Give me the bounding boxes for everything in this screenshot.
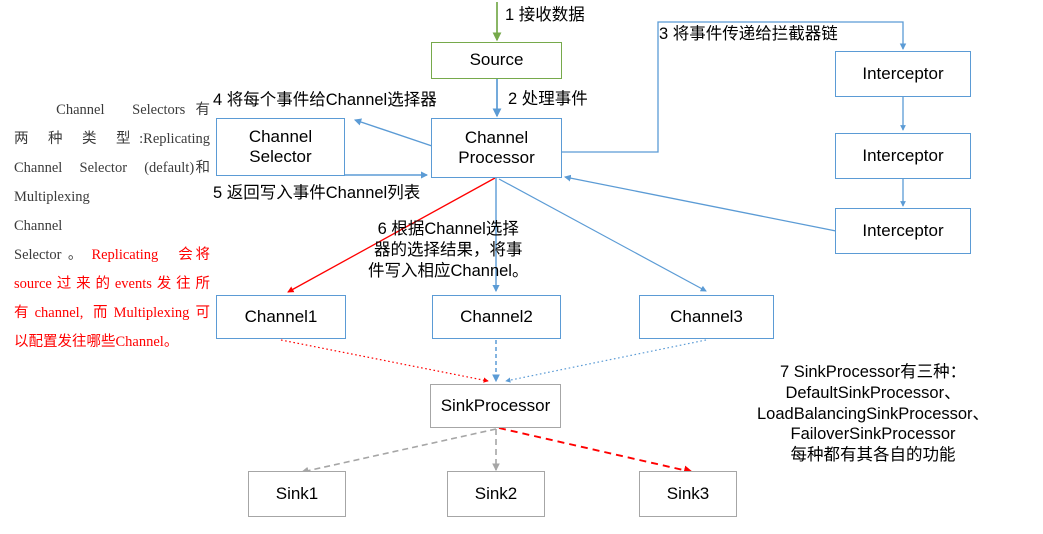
step-label-5: 5 返回写入事件Channel列表 [213,184,421,202]
node-channel-3-label: Channel3 [670,306,743,326]
node-channel-1-label: Channel1 [244,306,318,326]
edge-channel-processor-to-channel-selector [353,118,433,147]
node-sink-1-label: Sink1 [275,483,319,503]
side-note-line-3-text: Channel Selector (default)和 [14,160,210,176]
node-sink-2[interactable]: Sink2 [447,471,545,517]
node-source[interactable]: Source [431,42,562,79]
side-note-line-6: source过来的events发往所 [14,270,210,299]
edge-channel3-to-sink-processor [505,339,707,383]
side-note-line-8: 以配置发往哪些Channel。 [14,328,210,357]
diagram-canvas: Source Channel Selector Channel Processo… [0,0,1043,534]
side-note-line-5: Selector 。 Replicating 会将 [14,241,210,270]
step-label-3: 3 将事件传递给拦截器链 [659,25,838,43]
side-note: Channel Selectors 有 两 种 类 型 :Replicating… [14,96,210,357]
edge-interceptor3-to-channel-processor [564,174,837,232]
node-sink-3[interactable]: Sink3 [639,471,737,517]
step-label-4: 4 将每个事件给Channel选择器 [213,91,437,109]
node-channel-processor[interactable]: Channel Processor [431,118,562,178]
node-sink-2-label: Sink2 [474,483,518,503]
node-source-label: Source [469,50,524,70]
side-note-line-6-text: source过来的events发往所 [14,276,210,292]
step-label-2: 2 处理事件 [508,90,588,108]
node-sink-processor[interactable]: SinkProcessor [430,384,561,428]
node-channel-selector-label: Channel Selector [248,126,313,166]
side-note-line-2: 两 种 类 型 :Replicating [14,125,210,154]
step-label-6: 6 根据Channel选择 器的选择结果，将事 件写入相应Channel。 [368,220,529,280]
side-note-line-4: Multiplexing Channel [14,183,210,241]
side-note-line-8-text: 以配置发往哪些Channel。 [14,334,179,350]
side-note-line-3: Channel Selector (default)和 [14,154,210,183]
node-interceptor-2[interactable]: Interceptor [835,133,971,179]
node-channel-selector[interactable]: Channel Selector [216,118,345,176]
side-note-line-5-text-black: Selector 。 [14,247,92,263]
step-label-7: 7 SinkProcessor有三种： DefaultSinkProcessor… [757,363,990,465]
node-channel-processor-label: Channel Processor [458,127,535,167]
node-sink-3-label: Sink3 [666,483,710,503]
step-label-1: 1 接收数据 [505,6,585,24]
node-channel-2-label: Channel2 [460,306,533,326]
side-note-line-2-text: 两 种 类 型 :Replicating [14,131,210,147]
side-note-line-4-text: Multiplexing Channel [14,189,163,234]
node-sink-1[interactable]: Sink1 [248,471,346,517]
side-note-line-1-text: Channel Selectors 有 [14,102,210,118]
edge-channel1-to-sink-processor [280,339,489,383]
edge-sink-processor-to-sink1 [300,428,497,475]
node-channel-3[interactable]: Channel3 [639,295,774,339]
side-note-line-5-text-red: Replicating 会将 [91,247,210,263]
edge-sink-processor-to-sink3 [498,427,694,475]
edge-channel-processor-to-channel3 [498,178,707,292]
node-channel-1[interactable]: Channel1 [216,295,346,339]
side-note-line-7: 有channel, 而Multiplexing可 [14,299,210,328]
node-interceptor-1-label: Interceptor [862,63,944,83]
node-interceptor-3[interactable]: Interceptor [835,208,971,254]
side-note-line-1: Channel Selectors 有 [14,96,210,125]
node-interceptor-3-label: Interceptor [862,220,944,240]
side-note-line-7-text: 有channel, 而Multiplexing可 [14,305,210,321]
node-interceptor-2-label: Interceptor [862,145,944,165]
node-sink-processor-label: SinkProcessor [440,395,551,415]
node-channel-2[interactable]: Channel2 [432,295,561,339]
node-interceptor-1[interactable]: Interceptor [835,51,971,97]
